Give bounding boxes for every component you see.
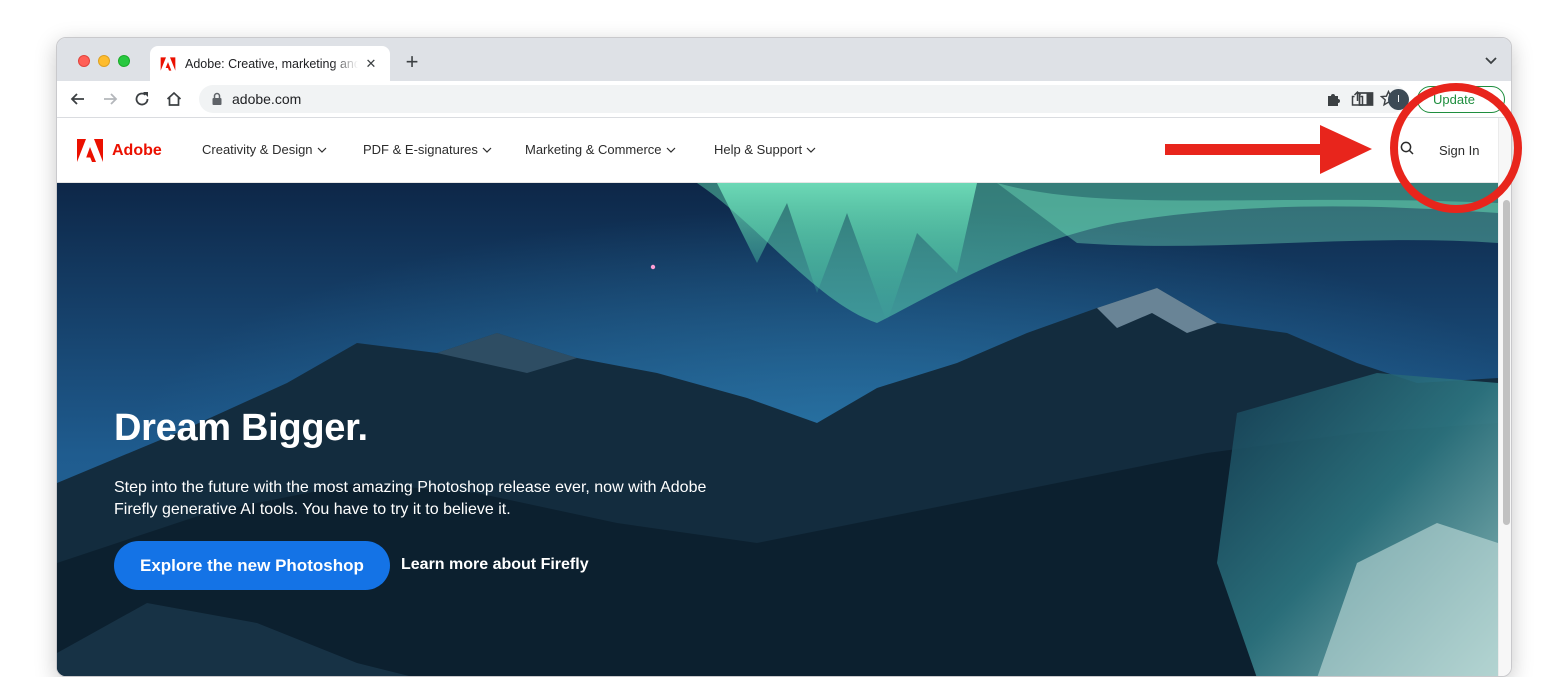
tab-title: Adobe: Creative, marketing and document … [185, 56, 358, 71]
chevron-down-icon [806, 147, 816, 153]
learn-more-firefly-link[interactable]: Learn more about Firefly [401, 556, 589, 574]
adobe-logo[interactable]: Adobe [77, 139, 162, 162]
address-bar[interactable]: adobe.com [199, 85, 1407, 113]
browser-window: Adobe: Creative, marketing and document … [56, 37, 1512, 677]
nav-label: PDF & E-signatures [363, 142, 478, 157]
nav-marketing-commerce[interactable]: Marketing & Commerce [525, 142, 676, 157]
search-icon[interactable] [1400, 141, 1414, 155]
home-icon[interactable] [165, 90, 183, 108]
nav-help-support[interactable]: Help & Support [714, 142, 816, 157]
nav-label: Creativity & Design [202, 142, 313, 157]
explore-photoshop-button[interactable]: Explore the new Photoshop [114, 541, 390, 590]
adobe-logo-icon [77, 139, 103, 162]
adobe-favicon-icon [160, 56, 176, 71]
minimize-window-button[interactable] [98, 55, 110, 67]
brand-name: Adobe [112, 141, 162, 159]
side-panel-icon[interactable] [1357, 90, 1375, 108]
tab-strip: Adobe: Creative, marketing and document … [57, 38, 1511, 81]
sign-in-link[interactable]: Sign In [1439, 143, 1479, 158]
page-scrollbar[interactable] [1498, 118, 1511, 676]
nav-label: Help & Support [714, 142, 803, 157]
zoom-window-button[interactable] [118, 55, 130, 67]
forward-icon[interactable] [101, 90, 119, 108]
profile-avatar[interactable]: I [1388, 89, 1409, 110]
back-icon[interactable] [69, 90, 87, 108]
browser-toolbar: adobe.com I Update [57, 81, 1511, 118]
hero-description: Step into the future with the most amazi… [114, 479, 707, 518]
url-text: adobe.com [232, 91, 302, 107]
nav-pdf-esignatures[interactable]: PDF & E-signatures [363, 142, 492, 157]
hero-title: Dream Bigger. [114, 407, 368, 449]
hero-banner: Dream Bigger. Step into the future with … [57, 183, 1498, 676]
chevron-down-icon [482, 147, 492, 153]
close-tab-icon[interactable]: ✕ [362, 56, 380, 72]
extensions-icon[interactable] [1325, 90, 1343, 108]
window-controls [78, 55, 130, 67]
scrollbar-thumb[interactable] [1503, 200, 1510, 525]
chevron-down-icon [666, 147, 675, 153]
reload-icon[interactable] [133, 90, 151, 108]
tab-search-icon[interactable] [1483, 52, 1499, 68]
nav-label: Marketing & Commerce [525, 142, 662, 157]
active-tab[interactable]: Adobe: Creative, marketing and document … [150, 46, 390, 81]
lock-icon[interactable] [211, 92, 223, 106]
site-header: Adobe Creativity & Design PDF & E-signat… [57, 118, 1498, 183]
close-window-button[interactable] [78, 55, 90, 67]
new-tab-button[interactable]: + [401, 50, 423, 74]
nav-creativity-design[interactable]: Creativity & Design [202, 142, 327, 157]
update-button[interactable]: Update [1417, 86, 1505, 113]
chevron-down-icon [317, 147, 326, 153]
